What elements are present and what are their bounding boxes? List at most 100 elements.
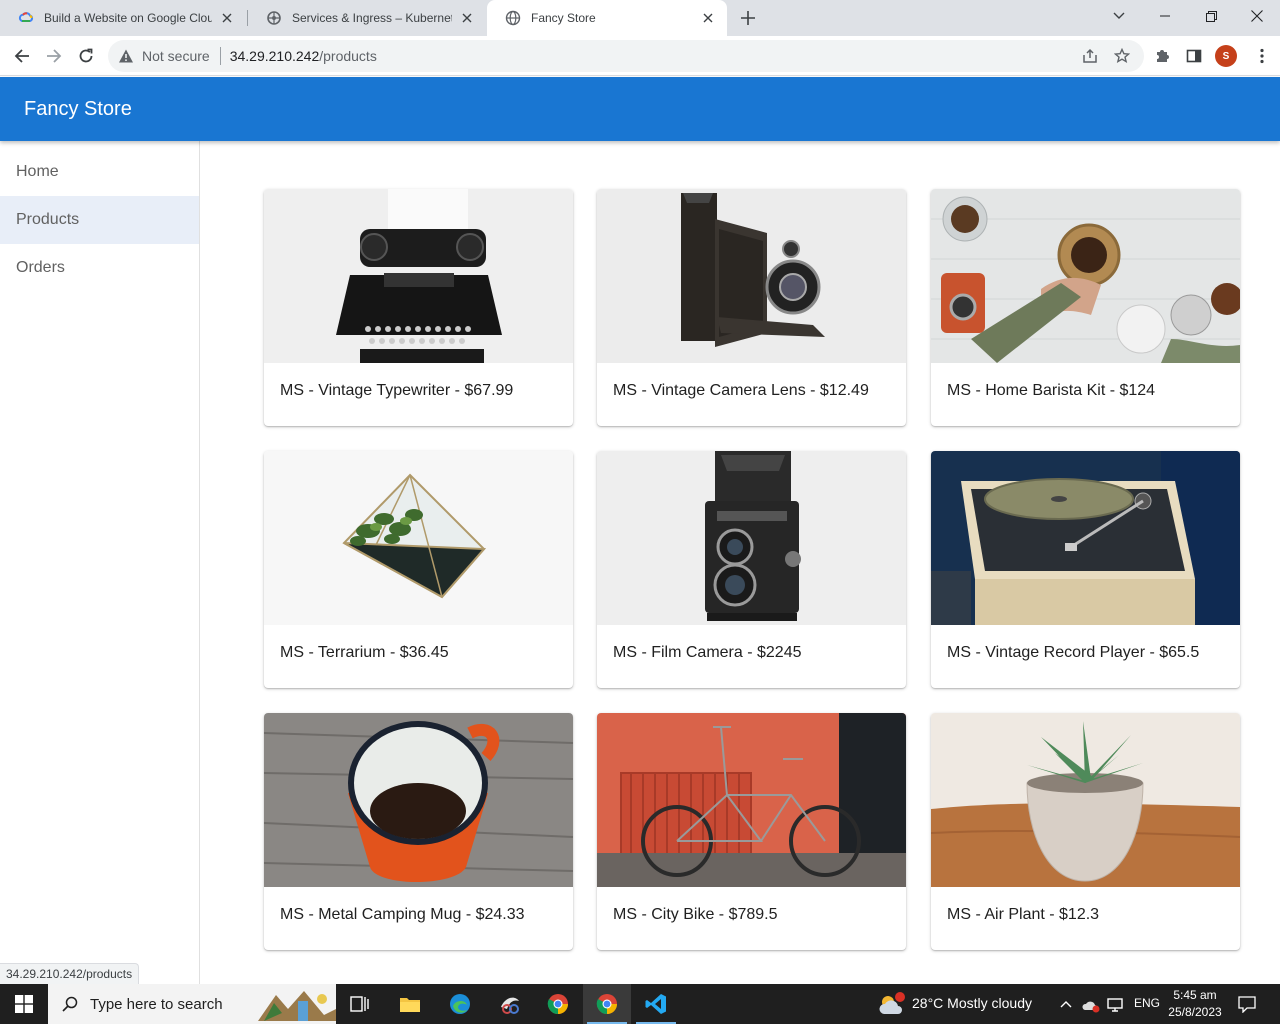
edge-icon xyxy=(450,994,470,1014)
product-title: MS - Metal Camping Mug - $24.33 xyxy=(280,906,525,923)
share-icon xyxy=(1083,48,1097,63)
tab-search-button[interactable] xyxy=(1096,0,1142,32)
product-image-terrarium xyxy=(264,451,573,625)
taskbar-search-input[interactable]: Type here to search xyxy=(48,984,336,1024)
omnibox-divider xyxy=(219,47,221,65)
product-card[interactable]: MS - Air Plant - $12.3 xyxy=(931,713,1240,950)
close-tab-icon[interactable] xyxy=(458,9,476,27)
language-indicator[interactable]: ENG xyxy=(1134,996,1160,1010)
sidebar-item-products[interactable]: Products xyxy=(0,196,199,244)
sidebar-item-label: Products xyxy=(16,211,80,228)
warning-icon[interactable] xyxy=(118,48,134,64)
arrow-left-icon xyxy=(14,49,29,63)
sidebar: Home Products Orders xyxy=(0,141,200,984)
products-grid: MS - Vintage Typewriter - $67.99 MS - Vi… xyxy=(200,141,1280,984)
sidebar-item-label: Home xyxy=(16,163,59,180)
address-bar[interactable]: Not secure 34.29.210.242/products xyxy=(108,40,1144,72)
chrome-button[interactable] xyxy=(534,984,582,1024)
share-button[interactable] xyxy=(1074,40,1106,72)
product-card[interactable]: MS - Vintage Typewriter - $67.99 xyxy=(264,189,573,426)
task-view-button[interactable] xyxy=(336,984,384,1024)
snipping-tool-button[interactable] xyxy=(486,984,534,1024)
tab-title: Services & Ingress – Kubernetes E xyxy=(292,11,452,25)
minimize-button[interactable] xyxy=(1142,0,1188,32)
network-icon[interactable] xyxy=(1106,997,1124,1013)
reload-button[interactable] xyxy=(70,40,102,72)
search-placeholder: Type here to search xyxy=(90,995,223,1013)
tab-title: Build a Website on Google Cloud xyxy=(44,11,212,25)
close-tab-icon[interactable] xyxy=(699,9,717,27)
close-window-button[interactable] xyxy=(1234,0,1280,32)
product-image-film-camera xyxy=(597,451,906,625)
star-icon xyxy=(1114,48,1130,64)
search-highlight-illustration xyxy=(258,991,336,1021)
product-card[interactable]: MS - Vintage Camera Lens - $12.49 xyxy=(597,189,906,426)
browser-toolbar: Not secure 34.29.210.242/products S xyxy=(0,36,1280,76)
tab-kubernetes[interactable]: Services & Ingress – Kubernetes E xyxy=(248,0,486,36)
chevron-up-icon[interactable] xyxy=(1060,1000,1072,1008)
tab-google-cloud[interactable]: Build a Website on Google Cloud xyxy=(0,0,246,36)
tab-fancy-store[interactable]: Fancy Store xyxy=(487,0,727,36)
brand-title[interactable]: Fancy Store xyxy=(24,98,132,121)
arrow-right-icon xyxy=(47,49,62,63)
menu-button[interactable] xyxy=(1246,40,1278,72)
bookmark-button[interactable] xyxy=(1106,40,1138,72)
notifications-icon[interactable] xyxy=(1238,995,1256,1013)
restore-button[interactable] xyxy=(1188,0,1234,32)
weather-cloud-icon[interactable] xyxy=(878,992,906,1016)
sidebar-item-home[interactable]: Home xyxy=(0,148,199,196)
close-icon xyxy=(1251,10,1263,22)
chrome-active-button[interactable] xyxy=(583,984,631,1024)
back-button[interactable] xyxy=(6,40,38,72)
product-title: MS - Film Camera - $2245 xyxy=(613,644,802,661)
side-panel-button[interactable] xyxy=(1178,40,1210,72)
new-tab-button[interactable] xyxy=(736,6,760,30)
search-icon xyxy=(62,996,78,1012)
more-vert-icon xyxy=(1260,48,1264,64)
windows-logo-icon xyxy=(15,995,33,1013)
chrome-icon xyxy=(547,994,568,1015)
avatar: S xyxy=(1215,45,1237,67)
edge-button[interactable] xyxy=(436,984,484,1024)
forward-button[interactable] xyxy=(38,40,70,72)
system-clock[interactable]: 5:45 am 25/8/2023 xyxy=(1162,987,1228,1021)
globe-icon xyxy=(505,10,521,26)
close-tab-icon[interactable] xyxy=(218,9,236,27)
plus-icon xyxy=(741,11,755,25)
product-image-record-player xyxy=(931,451,1240,625)
product-title: MS - Vintage Typewriter - $67.99 xyxy=(280,382,514,399)
kubernetes-icon xyxy=(267,11,281,25)
reload-icon xyxy=(79,48,93,63)
sidebar-item-label: Orders xyxy=(16,259,65,276)
link-status-bubble: 34.29.210.242/products xyxy=(0,963,140,984)
sidebar-item-orders[interactable]: Orders xyxy=(0,244,199,292)
product-title: MS - Terrarium - $36.45 xyxy=(280,644,449,661)
side-panel-icon xyxy=(1186,49,1202,63)
browser-tab-strip: Build a Website on Google Cloud Services… xyxy=(0,0,1280,36)
product-card[interactable]: MS - Metal Camping Mug - $24.33 xyxy=(264,713,573,950)
product-title: MS - Home Barista Kit - $124 xyxy=(947,382,1156,399)
product-card[interactable]: MS - Film Camera - $2245 xyxy=(597,451,906,688)
profile-button[interactable]: S xyxy=(1210,40,1242,72)
folder-icon xyxy=(400,998,420,1012)
product-card[interactable]: MS - Terrarium - $36.45 xyxy=(264,451,573,688)
url-text[interactable]: 34.29.210.242/products xyxy=(230,48,377,64)
product-image-typewriter xyxy=(264,189,573,363)
minimize-icon xyxy=(1160,15,1170,17)
onedrive-icon[interactable] xyxy=(1082,997,1100,1013)
product-title: MS - Vintage Record Player - $65.5 xyxy=(947,644,1200,661)
vscode-button[interactable] xyxy=(632,984,680,1024)
puzzle-icon xyxy=(1157,50,1169,62)
url-path: /products xyxy=(319,48,377,64)
weather-label[interactable]: 28°C Mostly cloudy xyxy=(912,995,1032,1011)
start-button[interactable] xyxy=(0,984,48,1024)
product-card[interactable]: MS - Vintage Record Player - $65.5 xyxy=(931,451,1240,688)
file-explorer-button[interactable] xyxy=(386,984,434,1024)
product-card[interactable]: MS - Home Barista Kit - $124 xyxy=(931,189,1240,426)
product-card[interactable]: MS - City Bike - $789.5 xyxy=(597,713,906,950)
security-label[interactable]: Not secure xyxy=(142,48,210,64)
extensions-button[interactable] xyxy=(1146,40,1178,72)
google-cloud-icon xyxy=(18,12,34,22)
product-title: MS - Vintage Camera Lens - $12.49 xyxy=(613,382,869,399)
task-view-icon xyxy=(350,996,369,1012)
